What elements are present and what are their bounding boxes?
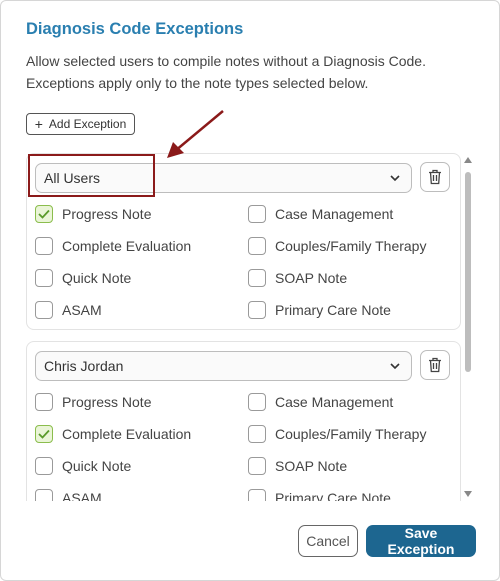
scroll-up-icon[interactable]: [464, 157, 472, 163]
check-icon: [38, 209, 50, 219]
option-soap-note[interactable]: SOAP Note: [248, 457, 347, 475]
checkbox[interactable]: [248, 301, 266, 319]
option-label: ASAM: [62, 490, 102, 501]
checkbox[interactable]: [35, 301, 53, 319]
option-label: Couples/Family Therapy: [275, 426, 427, 442]
exception-card: All Users Progress Note Case Management: [26, 153, 461, 330]
option-label: SOAP Note: [275, 458, 348, 474]
option-label: Case Management: [275, 394, 394, 410]
checkbox[interactable]: [35, 269, 53, 287]
option-label: Progress Note: [62, 394, 152, 410]
chevron-down-icon: [390, 175, 400, 182]
checkbox[interactable]: [248, 489, 266, 501]
save-exception-button[interactable]: Save Exception: [366, 525, 476, 557]
description-line-2: Exceptions apply only to the note types …: [26, 75, 369, 91]
option-complete-evaluation[interactable]: Complete Evaluation: [35, 425, 191, 443]
option-progress-note[interactable]: Progress Note: [35, 205, 151, 223]
check-icon: [38, 429, 50, 439]
scrollbar-thumb[interactable]: [465, 172, 471, 372]
checkbox[interactable]: [35, 393, 53, 411]
option-couples-family-therapy[interactable]: Couples/Family Therapy: [248, 425, 426, 443]
user-select[interactable]: Chris Jordan: [35, 351, 412, 381]
option-label: Progress Note: [62, 206, 152, 222]
checkbox[interactable]: [35, 457, 53, 475]
description-line-1: Allow selected users to compile notes wi…: [26, 53, 426, 69]
delete-exception-button[interactable]: [420, 350, 450, 380]
option-primary-care-note[interactable]: Primary Care Note: [248, 301, 391, 319]
add-exception-label: Add Exception: [48, 117, 127, 131]
checkbox[interactable]: [248, 457, 266, 475]
checkbox[interactable]: [248, 205, 266, 223]
dialog-description: Allow selected users to compile notes wi…: [26, 50, 466, 94]
option-complete-evaluation[interactable]: Complete Evaluation: [35, 237, 191, 255]
option-label: SOAP Note: [275, 270, 348, 286]
chevron-down-icon: [390, 363, 400, 370]
option-soap-note[interactable]: SOAP Note: [248, 269, 347, 287]
option-label: Quick Note: [62, 270, 132, 286]
exception-card: Chris Jordan Progress Note Case Manageme…: [26, 341, 461, 501]
checkbox[interactable]: [35, 237, 53, 255]
plus-icon: +: [34, 116, 43, 132]
option-asam[interactable]: ASAM: [35, 489, 102, 501]
option-case-management[interactable]: Case Management: [248, 393, 393, 411]
option-label: Primary Care Note: [275, 490, 391, 501]
checkbox[interactable]: [248, 237, 266, 255]
option-label: Complete Evaluation: [62, 238, 192, 254]
option-asam[interactable]: ASAM: [35, 301, 102, 319]
scroll-down-icon[interactable]: [464, 491, 472, 497]
option-label: Quick Note: [62, 458, 132, 474]
option-label: Complete Evaluation: [62, 426, 192, 442]
diagnosis-exceptions-dialog: Diagnosis Code Exceptions Allow selected…: [0, 0, 500, 581]
user-select[interactable]: All Users: [35, 163, 412, 193]
option-label: Primary Care Note: [275, 302, 391, 318]
option-label: Couples/Family Therapy: [275, 238, 427, 254]
checkbox[interactable]: [35, 489, 53, 501]
option-label: Case Management: [275, 206, 394, 222]
checkbox[interactable]: [248, 393, 266, 411]
user-select-value: All Users: [44, 170, 101, 186]
vertical-scrollbar[interactable]: [462, 157, 474, 497]
add-exception-button[interactable]: + Add Exception: [26, 113, 135, 135]
option-quick-note[interactable]: Quick Note: [35, 269, 131, 287]
checkbox[interactable]: [248, 425, 266, 443]
option-case-management[interactable]: Case Management: [248, 205, 393, 223]
option-primary-care-note[interactable]: Primary Care Note: [248, 489, 391, 501]
delete-exception-button[interactable]: [420, 162, 450, 192]
checkbox[interactable]: [248, 269, 266, 287]
option-quick-note[interactable]: Quick Note: [35, 457, 131, 475]
option-progress-note[interactable]: Progress Note: [35, 393, 151, 411]
checkbox-checked[interactable]: [35, 205, 53, 223]
option-label: ASAM: [62, 302, 102, 318]
trash-icon: [429, 169, 441, 185]
trash-icon: [429, 357, 441, 373]
option-couples-family-therapy[interactable]: Couples/Family Therapy: [248, 237, 426, 255]
cancel-button[interactable]: Cancel: [298, 525, 358, 557]
checkbox-checked[interactable]: [35, 425, 53, 443]
dialog-title: Diagnosis Code Exceptions: [26, 20, 244, 38]
exceptions-list[interactable]: All Users Progress Note Case Management: [26, 153, 461, 501]
user-select-value: Chris Jordan: [44, 358, 124, 374]
